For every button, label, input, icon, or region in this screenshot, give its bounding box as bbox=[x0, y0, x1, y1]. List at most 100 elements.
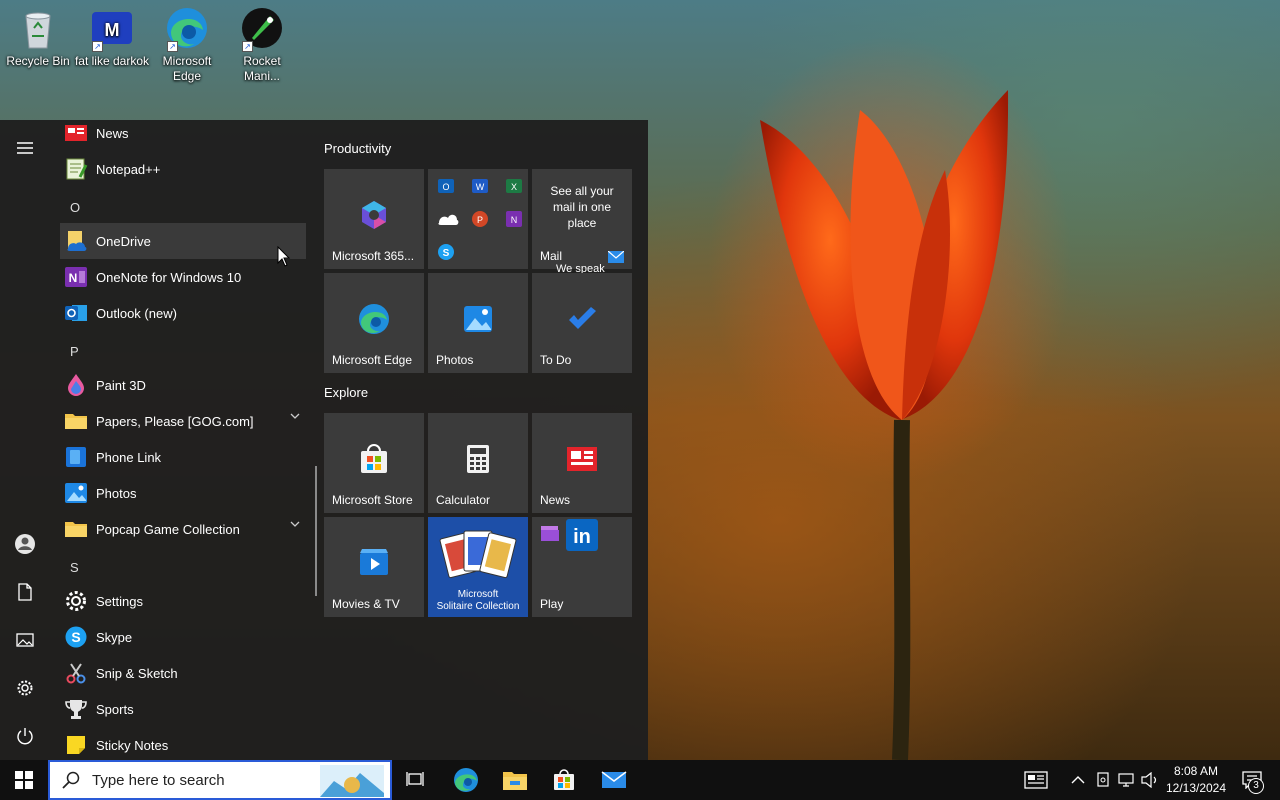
snip-icon bbox=[64, 661, 88, 685]
folder-icon bbox=[64, 517, 88, 541]
news-widget-icon bbox=[1024, 771, 1048, 789]
app-item-sports[interactable]: Sports bbox=[60, 691, 306, 727]
movies-icon bbox=[360, 549, 388, 575]
app-list-scrollbar[interactable] bbox=[315, 466, 317, 596]
start-rail bbox=[0, 120, 50, 760]
app-item-label: OneDrive bbox=[96, 233, 151, 249]
task-view-icon bbox=[406, 772, 424, 786]
group-title-productivity[interactable]: Productivity bbox=[324, 141, 391, 156]
app-item-label: Popcap Game Collection bbox=[96, 521, 240, 537]
app-item-onedrive[interactable]: OneDrive bbox=[60, 223, 306, 259]
tile-office-apps-folder[interactable]: O W X P N S bbox=[428, 169, 528, 269]
tile-microsoft-edge[interactable]: Microsoft Edge bbox=[324, 273, 424, 373]
volume-button[interactable] bbox=[1138, 760, 1162, 800]
tile-photos[interactable]: Photos bbox=[428, 273, 528, 373]
chevron-down-icon[interactable] bbox=[290, 413, 300, 421]
app-item-news[interactable]: News bbox=[60, 120, 306, 151]
show-hidden-icons-button[interactable] bbox=[1066, 760, 1090, 800]
hamburger-menu-button[interactable] bbox=[5, 128, 45, 168]
app-item-papers-please-folder[interactable]: Papers, Please [GOG.com] bbox=[60, 403, 306, 439]
action-center-button[interactable]: 3 bbox=[1232, 760, 1272, 800]
letter-header-o[interactable]: O bbox=[70, 200, 80, 215]
news-and-interests-button[interactable] bbox=[1012, 760, 1060, 800]
edge-icon: ↗ bbox=[165, 6, 209, 52]
desktop-icon-recycle-bin[interactable]: Recycle Bin bbox=[0, 6, 76, 69]
sticky-notes-icon bbox=[64, 733, 88, 757]
tile-label: Microsoft 365... bbox=[332, 249, 415, 263]
taskbar-mail-button[interactable] bbox=[590, 760, 638, 800]
user-account-button[interactable] bbox=[5, 524, 45, 564]
app-item-phone-link[interactable]: Phone Link bbox=[60, 439, 306, 475]
desktop-icon-label: Microsoft Edge bbox=[162, 54, 212, 83]
tile-mail[interactable]: See all your mail in one place Mail We s… bbox=[532, 169, 632, 273]
taskbar-file-explorer-button[interactable] bbox=[491, 760, 539, 800]
tile-microsoft-store[interactable]: Microsoft Store bbox=[324, 413, 424, 513]
tile-news[interactable]: News bbox=[532, 413, 632, 513]
svg-text:M: M bbox=[105, 20, 120, 40]
documents-button[interactable] bbox=[5, 572, 45, 612]
desktop-icon-microsoft-edge[interactable]: ↗ Microsoft Edge bbox=[149, 6, 225, 84]
desktop-icon-rocket-mania[interactable]: ↗ Rocket Mani... bbox=[224, 6, 300, 84]
settings-icon bbox=[64, 589, 88, 613]
app-item-settings[interactable]: Settings bbox=[60, 583, 306, 619]
news-icon bbox=[567, 447, 597, 471]
pictures-button[interactable] bbox=[5, 620, 45, 660]
app-item-photos[interactable]: Photos bbox=[60, 475, 306, 511]
network-button[interactable] bbox=[1115, 760, 1139, 800]
search-placeholder: Type here to search bbox=[92, 771, 225, 789]
taskbar-clock[interactable]: 8:08 AM 12/13/2024 bbox=[1160, 763, 1232, 797]
app-item-sticky-notes[interactable]: Sticky Notes bbox=[60, 727, 306, 760]
tile-play-folder[interactable]: in Play bbox=[532, 517, 632, 617]
tile-microsoft-365[interactable]: Microsoft 365... bbox=[324, 169, 424, 269]
app-item-outlook[interactable]: Outlook (new) bbox=[60, 295, 306, 331]
letter-header-p[interactable]: P bbox=[70, 344, 79, 359]
tile-movies-tv[interactable]: Movies & TV bbox=[324, 517, 424, 617]
group-title-explore[interactable]: Explore bbox=[324, 385, 368, 400]
mail-icon bbox=[608, 251, 624, 263]
power-button[interactable] bbox=[5, 716, 45, 756]
desktop-icon-fat-like-darkok[interactable]: M ↗ fat like darkok bbox=[74, 6, 150, 69]
app-item-label: Sports bbox=[96, 701, 134, 717]
tile-label: Mail bbox=[540, 249, 563, 263]
app-item-notepadpp[interactable]: Notepad++ bbox=[60, 151, 306, 187]
chevron-down-icon[interactable] bbox=[290, 521, 300, 529]
shortcut-arrow-icon: ↗ bbox=[92, 41, 103, 52]
app-item-popcap-folder[interactable]: Popcap Game Collection bbox=[60, 511, 306, 547]
tile-label: Movies & TV bbox=[332, 597, 400, 611]
taskbar: Type here to search 8:08 AM 12/13/2024 3 bbox=[0, 760, 1280, 800]
notification-count-badge: 3 bbox=[1248, 778, 1264, 794]
start-button[interactable] bbox=[0, 760, 48, 800]
letter-header-s[interactable]: S bbox=[70, 560, 79, 575]
mouse-cursor-icon bbox=[277, 246, 291, 267]
solitaire-title-line1: Microsoft bbox=[457, 589, 499, 600]
taskbar-store-button[interactable] bbox=[540, 760, 588, 800]
edge-icon bbox=[454, 768, 478, 792]
chevron-up-icon bbox=[1071, 776, 1085, 784]
settings-button[interactable] bbox=[5, 668, 45, 708]
taskbar-search-box[interactable]: Type here to search bbox=[48, 760, 392, 800]
app-item-label: Phone Link bbox=[96, 449, 162, 465]
app-list: News Notepad++ O OneDrive N OneNote for … bbox=[50, 120, 314, 760]
tray-device-button[interactable] bbox=[1092, 760, 1114, 800]
calculator-icon bbox=[467, 445, 489, 473]
document-icon bbox=[18, 583, 32, 601]
taskbar-edge-button[interactable] bbox=[442, 760, 490, 800]
tile-calculator[interactable]: Calculator bbox=[428, 413, 528, 513]
mail-tile-text: See all your mail in one place bbox=[550, 184, 614, 230]
photos-icon bbox=[464, 306, 492, 332]
checkmark-icon bbox=[569, 307, 596, 329]
tile-solitaire[interactable]: Microsoft Solitaire Collection bbox=[428, 517, 528, 617]
app-item-skype[interactable]: S Skype bbox=[60, 619, 306, 655]
desktop-icon-label: Rocket Mani... bbox=[243, 54, 281, 83]
app-item-onenote[interactable]: N OneNote for Windows 10 bbox=[60, 259, 306, 295]
network-icon bbox=[1118, 773, 1134, 787]
app-item-label: News bbox=[96, 125, 129, 141]
paint3d-icon bbox=[64, 373, 88, 397]
linkedin-icon: in bbox=[566, 519, 598, 551]
task-view-button[interactable] bbox=[392, 760, 440, 800]
app-item-label: Skype bbox=[96, 629, 133, 645]
tile-to-do[interactable]: To Do bbox=[532, 273, 632, 373]
app-item-snip-sketch[interactable]: Snip & Sketch bbox=[60, 655, 306, 691]
app-item-label: OneNote for Windows 10 bbox=[96, 269, 242, 285]
app-item-paint-3d[interactable]: Paint 3D bbox=[60, 367, 306, 403]
